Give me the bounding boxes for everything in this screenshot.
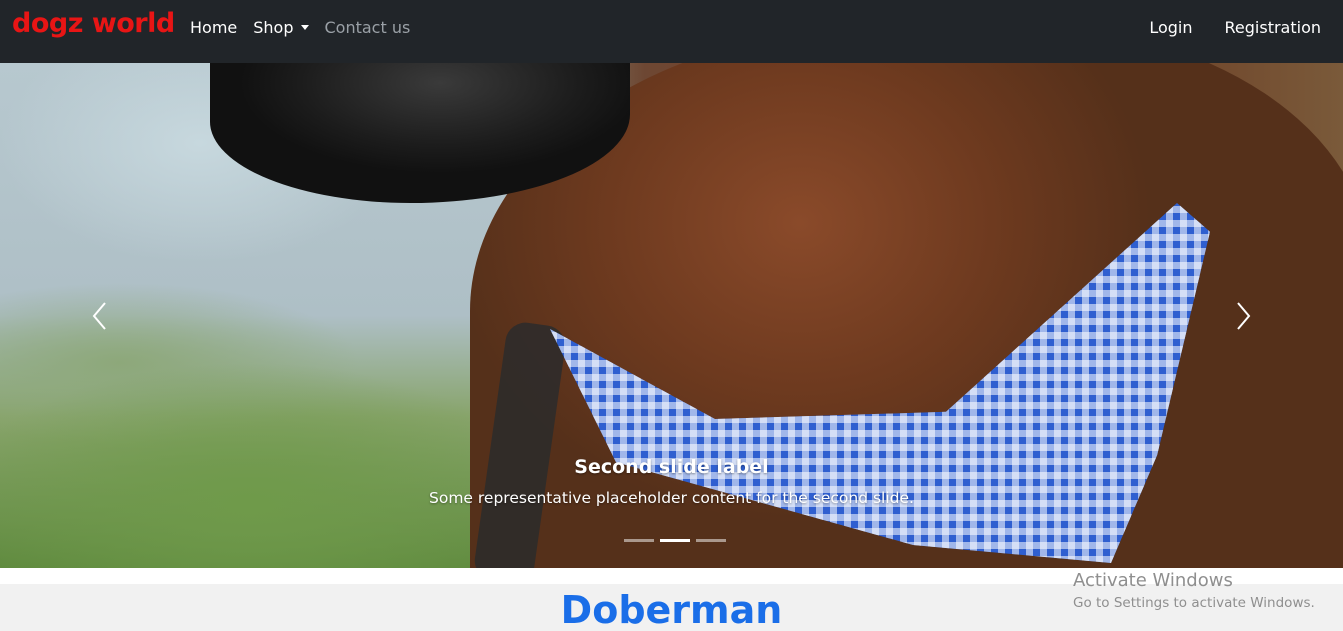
chevron-right-icon: [1237, 301, 1251, 330]
carousel-indicator-2[interactable]: [660, 539, 690, 542]
brand-logo[interactable]: dogz world: [12, 8, 175, 39]
carousel-caption-text: Some representative placeholder content …: [429, 489, 914, 507]
nav-right-links: Login Registration: [1149, 18, 1321, 37]
carousel-caption-title: Second slide label: [574, 456, 769, 478]
nav-home-link[interactable]: Home: [190, 18, 237, 37]
activate-windows-title: Activate Windows: [1073, 570, 1233, 591]
carousel-indicator-1[interactable]: [624, 539, 654, 542]
activate-windows-subtitle: Go to Settings to activate Windows.: [1073, 595, 1315, 611]
nav-shop-dropdown[interactable]: Shop: [253, 18, 309, 37]
nav-links: Home Shop Contact us: [190, 18, 410, 37]
hero-carousel: Second slide label Some representative p…: [0, 63, 1343, 568]
registration-link[interactable]: Registration: [1225, 18, 1321, 37]
chevron-left-icon: [92, 301, 106, 330]
navbar: dogz world Home Shop Contact us Login Re…: [0, 0, 1343, 63]
carousel-indicator-3[interactable]: [696, 539, 726, 542]
nav-shop-label: Shop: [253, 18, 294, 37]
carousel-indicators: [624, 539, 726, 542]
nav-contact-link[interactable]: Contact us: [325, 18, 411, 37]
login-link[interactable]: Login: [1149, 18, 1192, 37]
caret-down-icon: [300, 25, 309, 30]
